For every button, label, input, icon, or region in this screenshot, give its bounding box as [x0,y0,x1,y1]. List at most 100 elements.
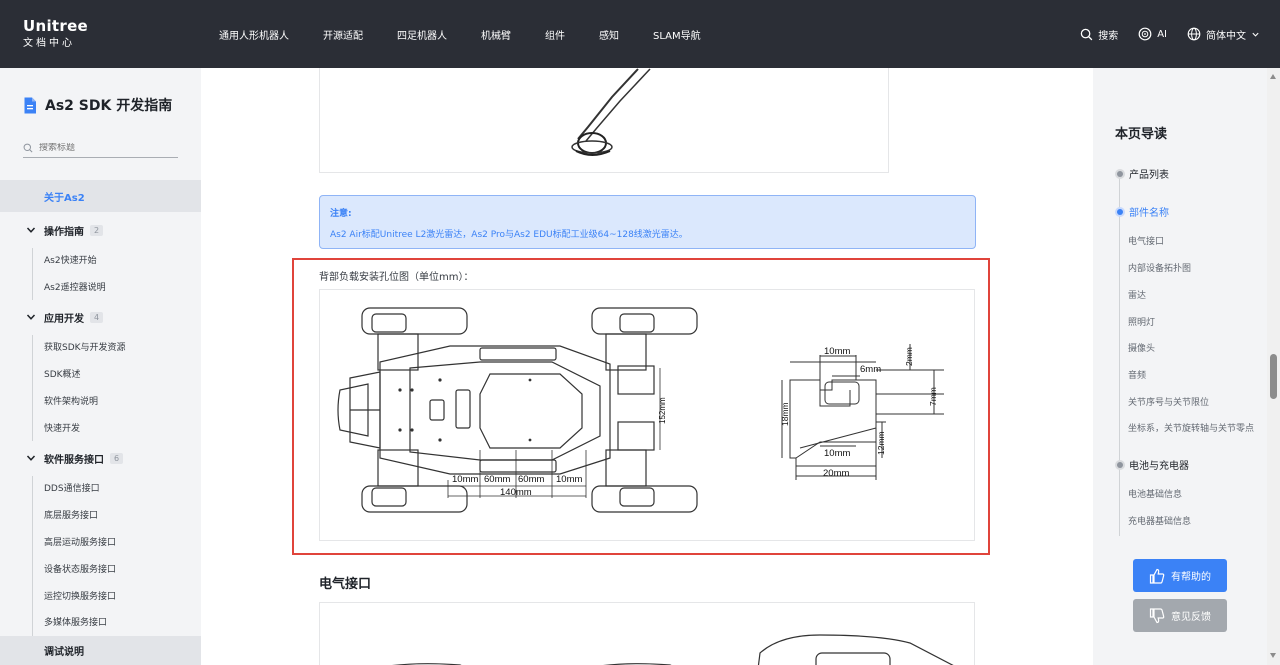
language-selector[interactable]: 简体中文 [1187,27,1260,42]
sidebar-item-label: 软件架构说明 [44,396,99,407]
toc-sub-item[interactable]: 雷达 [1128,288,1146,301]
toc-sub-item[interactable]: 照明灯 [1128,315,1155,328]
page-scrollbar[interactable] [1267,68,1280,665]
electrical-drawing [392,634,954,665]
brand-name: Unitree [23,17,89,35]
sidebar-item[interactable]: 软件架构说明 [0,391,201,409]
nav-item-humanoid[interactable]: 通用人形机器人 [219,27,289,42]
sidebar-section-label: 应用开发 [44,313,84,325]
toc-item-label: 产品列表 [1129,170,1169,181]
dim-label: 10mm [452,474,478,485]
sidebar-item[interactable]: SDK概述 [0,364,201,382]
chevron-down-icon [26,455,36,461]
sidebar-item[interactable]: 设备状态服务接口 [0,559,201,577]
sidebar-item-label: 高层运动服务接口 [44,537,117,548]
nav-item-perception[interactable]: 感知 [599,27,619,42]
sidebar-item[interactable]: As2快速开始 [0,250,201,268]
search-button[interactable]: 搜索 [1080,27,1118,42]
sidebar-section-services-header: 软件服务接口 6 [0,451,124,466]
count-badge: 6 [110,452,124,464]
document-icon [24,97,36,113]
toc-sub-item[interactable]: 电气接口 [1128,234,1164,247]
scroll-up-icon[interactable] [1270,74,1276,79]
dim-label: 18mm [780,402,790,426]
count-badge: 2 [90,224,104,236]
sidebar-section-label: 软件服务接口 [44,454,104,466]
dim-label: 10mm [556,474,582,485]
toc-dot [1117,461,1123,468]
note-title: 注意: [330,209,352,219]
nav-item-arm[interactable]: 机械臂 [481,27,511,42]
sidebar-section-app-dev[interactable]: 应用开发 4 [0,307,201,327]
dim-label: 140mm [500,487,532,498]
nav-actions: 搜索 AI 简体中文 [1060,0,1260,68]
ai-button[interactable]: AI [1138,27,1167,41]
scroll-thumb[interactable] [1270,354,1277,399]
search-icon [23,143,33,152]
sidebar-search [23,138,178,158]
diagram-caption: 背部负载安装孔位图（单位mm）： [319,272,474,283]
toc-title: 本页导读 [1115,127,1168,142]
sidebar-item[interactable]: As2遥控器说明 [0,277,201,295]
toc-item-label: 电池与充电器 [1129,461,1189,472]
left-sidebar: As2 SDK 开发指南 关于As2 操作指南 2 As2快速开始 As2遥控器… [0,68,201,665]
toc-sub-item[interactable]: 充电器基础信息 [1128,514,1191,527]
sidebar-section-services[interactable]: 软件服务接口 6 [0,448,201,468]
sidebar-item-about[interactable]: 关于As2 [0,180,201,212]
sidebar-section-app-dev-header: 应用开发 4 [0,310,104,325]
sidebar-item-label: 快速开发 [44,423,81,434]
nav-item-open-source[interactable]: 开源适配 [323,27,363,42]
brand-subtitle: 文档中心 [23,38,75,49]
sidebar-section-guide[interactable]: 操作指南 2 [0,220,201,240]
robot-image-top [319,68,889,173]
sidebar-item-label: 多媒体服务接口 [44,617,108,628]
toc-dot [1117,208,1123,215]
sidebar-item[interactable]: 高层运动服务接口 [0,532,201,550]
nav-item-components[interactable]: 组件 [545,27,565,42]
language-label: 简体中文 [1206,30,1246,42]
toc-item-parts[interactable]: 部件名称 [1117,204,1169,219]
sidebar-item[interactable]: 多媒体服务接口 [0,612,201,630]
sidebar-item-debug[interactable]: 调试说明 [0,636,201,665]
sidebar-item[interactable]: 快速开发 [0,418,201,436]
feedback-button[interactable]: 意见反馈 [1133,599,1227,632]
main-content: 注意: As2 Air标配Unitree L2激光雷达，As2 Pro与As2 … [201,68,1093,665]
sidebar-item-label: 运控切换服务接口 [44,591,117,602]
toc-sub-item[interactable]: 内部设备拓扑图 [1128,261,1191,274]
feedback-label: 意见反馈 [1171,612,1211,623]
sidebar-section-label: 操作指南 [44,226,84,238]
dim-label: 20mm [823,468,849,479]
toc-sub-item[interactable]: 关节序号与关节限位 [1128,395,1209,408]
ai-label: AI [1157,28,1167,40]
sidebar-item[interactable]: 底层服务接口 [0,505,201,523]
toc-sub-item[interactable]: 坐标系，关节旋转轴与关节零点 [1128,421,1254,434]
brand-logo[interactable]: Unitree 文档中心 [23,18,88,51]
helpful-label: 有帮助的 [1171,572,1211,583]
nav-item-slam[interactable]: SLAM导航 [653,27,701,42]
dim-label: 10mm [824,346,850,357]
dim-label: 60mm [484,474,510,485]
dim-label: 7mm [928,387,938,406]
toc-sub-item[interactable]: 摄像头 [1128,341,1155,354]
dim-label: 12mm [876,431,886,455]
toc-item-product-list[interactable]: 产品列表 [1117,166,1169,181]
note-text: As2 Air标配Unitree L2激光雷达，As2 Pro与As2 EDU标… [330,230,688,240]
doc-title-text: As2 SDK 开发指南 [45,98,173,114]
sidebar-item-label: As2快速开始 [44,255,97,266]
scroll-down-icon[interactable] [1270,653,1276,658]
toc-line [1119,176,1120,536]
toc-item-battery[interactable]: 电池与充电器 [1117,457,1189,472]
sidebar-item[interactable]: 获取SDK与开发资源 [0,337,201,355]
helpful-button[interactable]: 有帮助的 [1133,559,1227,592]
sidebar-item-label: DDS通信接口 [44,483,100,494]
toc-sub-item[interactable]: 音频 [1128,368,1146,381]
sidebar-search-input[interactable] [39,142,169,153]
ai-icon [1138,27,1152,41]
top-navbar: Unitree 文档中心 通用人形机器人 开源适配 四足机器人 机械臂 组件 感… [0,0,1280,68]
nav-item-quadruped[interactable]: 四足机器人 [397,27,447,42]
mounting-hole-diagram: 10mm 60mm 60mm 10mm 140mm 152mm 10mm 6mm… [319,289,975,541]
sidebar-item[interactable]: 运控切换服务接口 [0,586,201,604]
toc-sub-item[interactable]: 电池基础信息 [1128,487,1182,500]
sidebar-item-label: As2遥控器说明 [44,282,106,293]
sidebar-item[interactable]: DDS通信接口 [0,478,201,496]
